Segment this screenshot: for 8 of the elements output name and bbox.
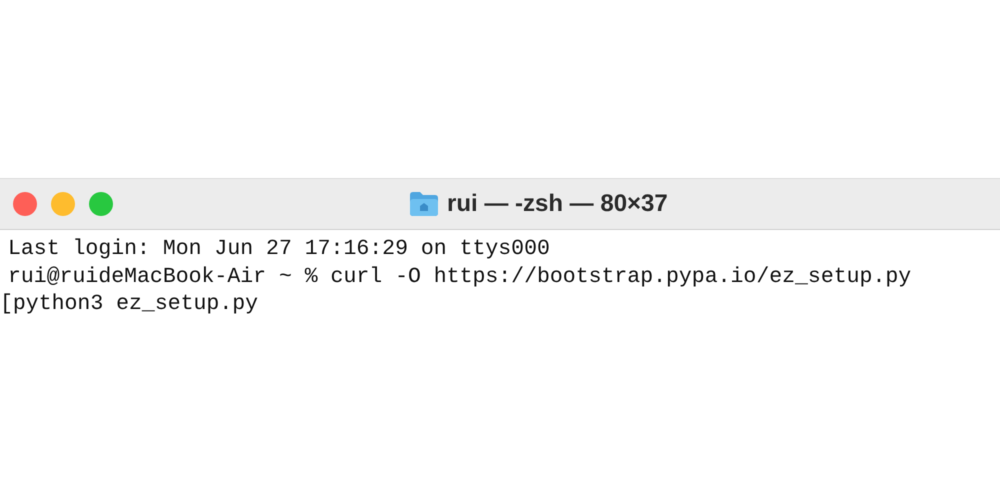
zoom-button[interactable] bbox=[89, 192, 113, 216]
window-title: rui — -zsh — 80×37 bbox=[447, 190, 668, 218]
terminal-line: [python3 ez_setup.py bbox=[0, 291, 260, 318]
folder-icon bbox=[409, 191, 439, 217]
terminal-line: Last login: Mon Jun 27 17:16:29 on ttys000 bbox=[7, 236, 551, 263]
close-button[interactable] bbox=[13, 192, 37, 216]
terminal-line: rui@ruideMacBook-Air ~ % curl -O https://bootstrap.pypa.io/ez_setup.py bbox=[7, 264, 912, 290]
minimize-button[interactable] bbox=[51, 192, 75, 216]
